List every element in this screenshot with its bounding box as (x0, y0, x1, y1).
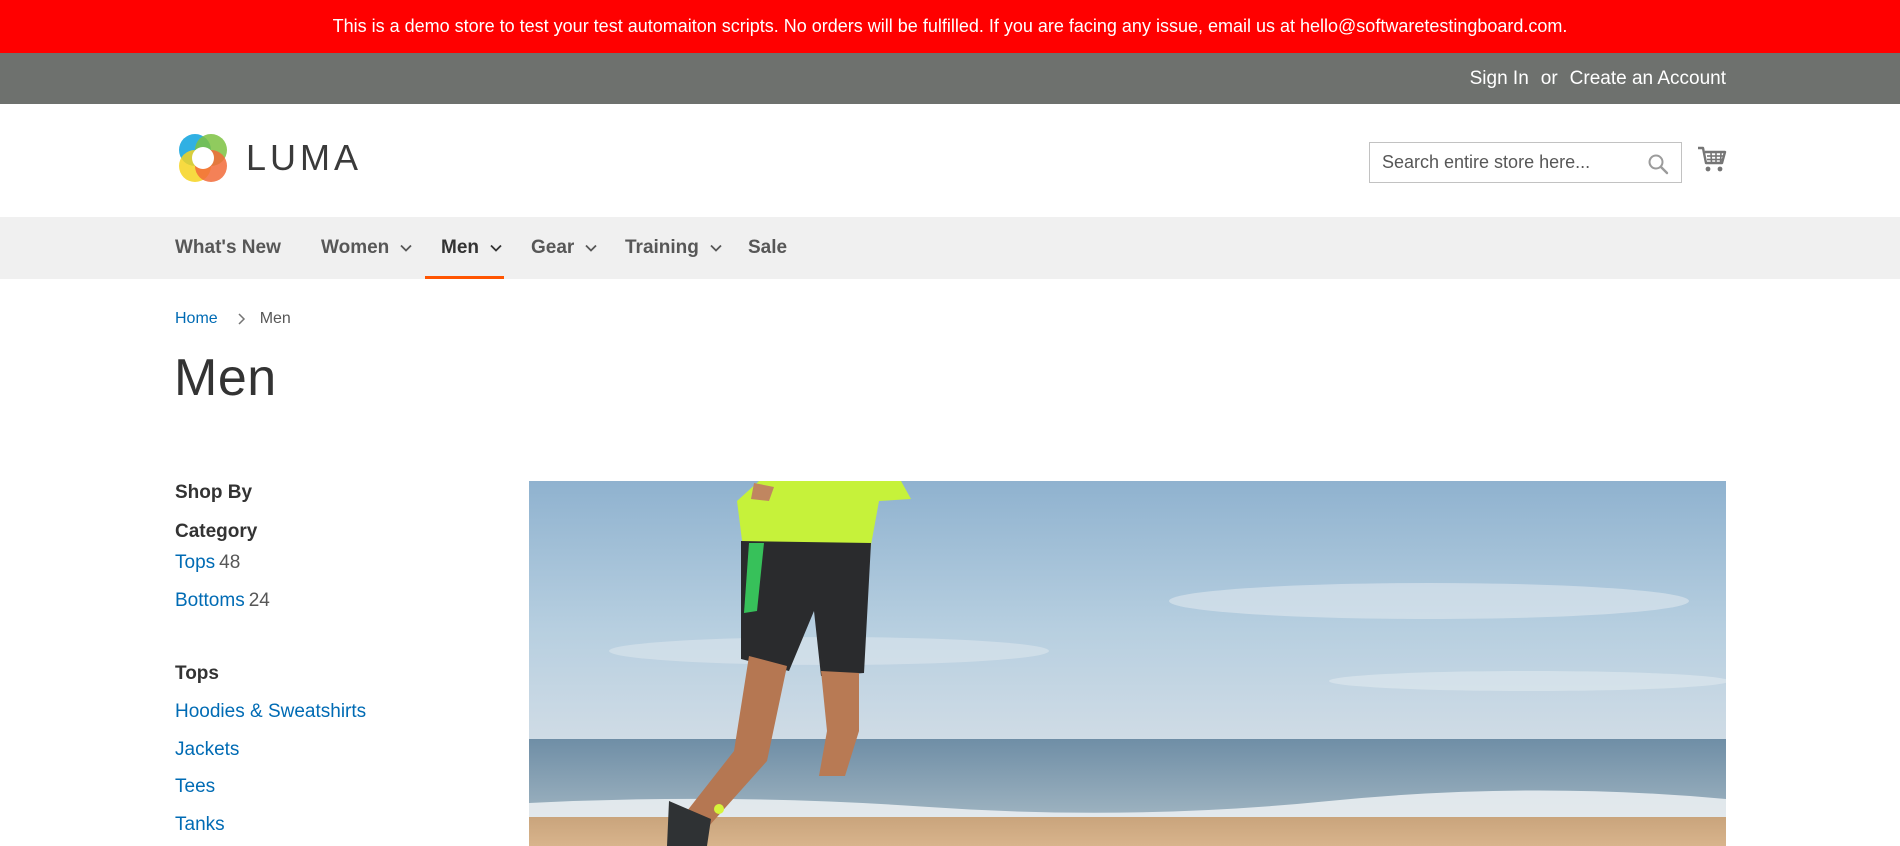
shop-by-title: Shop By (175, 482, 253, 503)
nav-item-training[interactable]: Training (625, 217, 723, 279)
search-icon[interactable] (1647, 153, 1669, 175)
nav-item-whats-new[interactable]: What's New (175, 217, 281, 279)
hero-image-runner-on-beach (529, 481, 1726, 846)
page-title: Men (174, 349, 277, 407)
category-filter-item: Bottoms 24 (175, 590, 270, 612)
search-input[interactable] (1382, 152, 1647, 173)
logo-wordmark: LUMA (246, 137, 363, 178)
nav-item-label: Women (321, 237, 390, 258)
category-filter-title[interactable]: Category (175, 521, 257, 543)
breadcrumb-current: Men (259, 310, 291, 327)
header-links: Sign In or Create an Account (1470, 53, 1726, 104)
breadcrumb-home-link[interactable]: Home (175, 310, 218, 328)
cart-icon[interactable] (1697, 144, 1727, 174)
nav-item-sale[interactable]: Sale (748, 217, 787, 279)
chevron-down-icon (585, 244, 597, 252)
category-count: 48 (219, 552, 241, 573)
nav-item-label: Training (625, 237, 699, 258)
nav-item-gear[interactable]: Gear (531, 217, 598, 279)
demo-banner-text: This is a demo store to test your test a… (332, 16, 1568, 36)
category-filter-item: Tops 48 (175, 552, 240, 574)
luma-logo[interactable]: LUMA (175, 130, 362, 186)
nav-item-men[interactable]: Men (425, 217, 504, 279)
tops-block-title: Tops (175, 663, 219, 684)
nav-item-label: What's New (175, 237, 281, 258)
header-or-text: or (1540, 67, 1558, 89)
link-tees[interactable]: Tees (175, 776, 215, 798)
link-jackets[interactable]: Jackets (175, 739, 239, 761)
chevron-down-icon (710, 244, 722, 252)
category-link-bottoms[interactable]: Bottoms (175, 590, 245, 611)
chevron-down-icon (490, 244, 502, 252)
nav-item-label: Sale (748, 237, 788, 258)
nav-item-label: Men (441, 237, 479, 258)
category-link-tops[interactable]: Tops (175, 552, 215, 573)
category-count: 24 (248, 590, 270, 611)
luma-logo-icon (179, 134, 227, 182)
top-header-bar: Sign In or Create an Account (0, 53, 1900, 104)
search-box (1369, 142, 1682, 183)
breadcrumb: Home Men (175, 310, 291, 328)
nav-item-women[interactable]: Women (321, 217, 413, 279)
create-account-link[interactable]: Create an Account (1570, 68, 1726, 90)
link-hoodies-sweatshirts[interactable]: Hoodies & Sweatshirts (175, 701, 366, 723)
category-hero-image (529, 481, 1726, 846)
demo-store-banner: This is a demo store to test your test a… (0, 0, 1900, 53)
link-tanks[interactable]: Tanks (175, 814, 225, 836)
nav-item-label: Gear (531, 237, 575, 258)
sign-in-link[interactable]: Sign In (1470, 68, 1529, 90)
main-navigation: What's New Women Men Gear Training Sale (0, 217, 1900, 279)
chevron-right-icon (238, 313, 245, 325)
chevron-down-icon (400, 244, 412, 252)
